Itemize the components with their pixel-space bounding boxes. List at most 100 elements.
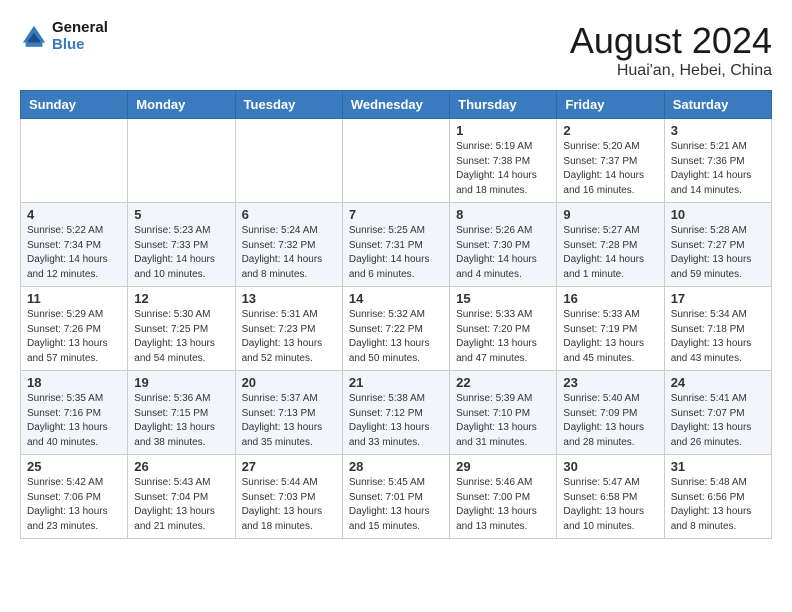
logo: General Blue <box>20 20 108 53</box>
day-info: Sunrise: 5:28 AM Sunset: 7:27 PM Dayligh… <box>671 224 765 282</box>
logo-line2: Blue <box>52 37 108 54</box>
day-info: Sunrise: 5:30 AM Sunset: 7:25 PM Dayligh… <box>134 308 228 366</box>
day-cell-12: 12 Sunrise: 5:30 AM Sunset: 7:25 PM Dayli… <box>128 287 235 371</box>
week-row-3: 11 Sunrise: 5:29 AM Sunset: 7:26 PM Dayli… <box>21 287 772 371</box>
day-cell-14: 14 Sunrise: 5:32 AM Sunset: 7:22 PM Dayli… <box>342 287 449 371</box>
day-info: Sunrise: 5:25 AM Sunset: 7:31 PM Dayligh… <box>349 224 443 282</box>
day-cell-13: 13 Sunrise: 5:31 AM Sunset: 7:23 PM Dayli… <box>235 287 342 371</box>
day-number: 22 <box>456 375 550 390</box>
day-number: 12 <box>134 291 228 306</box>
day-number: 8 <box>456 207 550 222</box>
day-number: 7 <box>349 207 443 222</box>
day-cell-18: 18Sunrise: 5:35 AM Sunset: 7:16 PM Dayli… <box>21 371 128 455</box>
day-info: Sunrise: 5:19 AM Sunset: 7:38 PM Dayligh… <box>456 140 550 198</box>
day-info: Sunrise: 5:42 AM Sunset: 7:06 PM Dayligh… <box>27 476 121 534</box>
day-number: 11 <box>27 291 121 306</box>
day-info: Sunrise: 5:31 AM Sunset: 7:23 PM Dayligh… <box>242 308 336 366</box>
day-header-saturday: Saturday <box>664 91 771 119</box>
day-info: Sunrise: 5:46 AM Sunset: 7:00 PM Dayligh… <box>456 476 550 534</box>
day-number: 15 <box>456 291 550 306</box>
day-info: Sunrise: 5:23 AM Sunset: 7:33 PM Dayligh… <box>134 224 228 282</box>
day-number: 17 <box>671 291 765 306</box>
empty-cell <box>342 119 449 203</box>
day-number: 28 <box>349 459 443 474</box>
day-cell-2: 2 Sunrise: 5:20 AM Sunset: 7:37 PM Daylig… <box>557 119 664 203</box>
calendar-body: 1 Sunrise: 5:19 AM Sunset: 7:38 PM Daylig… <box>21 119 772 539</box>
day-number: 21 <box>349 375 443 390</box>
week-row-2: 4 Sunrise: 5:22 AM Sunset: 7:34 PM Daylig… <box>21 203 772 287</box>
day-info: Sunrise: 5:48 AM Sunset: 6:56 PM Dayligh… <box>671 476 765 534</box>
days-header-row: SundayMondayTuesdayWednesdayThursdayFrid… <box>21 91 772 119</box>
day-number: 20 <box>242 375 336 390</box>
day-info: Sunrise: 5:33 AM Sunset: 7:20 PM Dayligh… <box>456 308 550 366</box>
calendar: SundayMondayTuesdayWednesdayThursdayFrid… <box>20 90 772 539</box>
empty-cell <box>235 119 342 203</box>
day-number: 6 <box>242 207 336 222</box>
month-title: August 2024 <box>570 20 772 62</box>
day-cell-28: 28 Sunrise: 5:45 AM Sunset: 7:01 PM Dayli… <box>342 455 449 539</box>
day-number: 5 <box>134 207 228 222</box>
day-header-sunday: Sunday <box>21 91 128 119</box>
day-info: Sunrise: 5:34 AM Sunset: 7:18 PM Dayligh… <box>671 308 765 366</box>
day-info: Sunrise: 5:37 AM Sunset: 7:13 PM Dayligh… <box>242 392 336 450</box>
day-cell-1: 1 Sunrise: 5:19 AM Sunset: 7:38 PM Daylig… <box>450 119 557 203</box>
day-cell-26: 26Sunrise: 5:43 AM Sunset: 7:04 PM Dayli… <box>128 455 235 539</box>
day-cell-30: 30 Sunrise: 5:47 AM Sunset: 6:58 PM Dayli… <box>557 455 664 539</box>
day-number: 26 <box>134 459 228 474</box>
week-row-1: 1 Sunrise: 5:19 AM Sunset: 7:38 PM Daylig… <box>21 119 772 203</box>
day-cell-16: 16 Sunrise: 5:33 AM Sunset: 7:19 PM Dayli… <box>557 287 664 371</box>
week-row-5: 25 Sunrise: 5:42 AM Sunset: 7:06 PM Dayli… <box>21 455 772 539</box>
day-cell-24: 24 Sunrise: 5:41 AM Sunset: 7:07 PM Dayli… <box>664 371 771 455</box>
day-info: Sunrise: 5:22 AM Sunset: 7:34 PM Dayligh… <box>27 224 121 282</box>
day-cell-21: 21 Sunrise: 5:38 AM Sunset: 7:12 PM Dayli… <box>342 371 449 455</box>
day-info: Sunrise: 5:27 AM Sunset: 7:28 PM Dayligh… <box>563 224 657 282</box>
day-header-wednesday: Wednesday <box>342 91 449 119</box>
day-info: Sunrise: 5:36 AM Sunset: 7:15 PM Dayligh… <box>134 392 228 450</box>
day-info: Sunrise: 5:41 AM Sunset: 7:07 PM Dayligh… <box>671 392 765 450</box>
day-number: 25 <box>27 459 121 474</box>
day-info: Sunrise: 5:39 AM Sunset: 7:10 PM Dayligh… <box>456 392 550 450</box>
week-row-4: 18Sunrise: 5:35 AM Sunset: 7:16 PM Dayli… <box>21 371 772 455</box>
day-info: Sunrise: 5:29 AM Sunset: 7:26 PM Dayligh… <box>27 308 121 366</box>
day-info: Sunrise: 5:20 AM Sunset: 7:37 PM Dayligh… <box>563 140 657 198</box>
day-cell-11: 11 Sunrise: 5:29 AM Sunset: 7:26 PM Dayli… <box>21 287 128 371</box>
day-number: 30 <box>563 459 657 474</box>
day-number: 19 <box>134 375 228 390</box>
day-header-monday: Monday <box>128 91 235 119</box>
day-number: 31 <box>671 459 765 474</box>
day-number: 13 <box>242 291 336 306</box>
day-number: 24 <box>671 375 765 390</box>
day-cell-10: 10 Sunrise: 5:28 AM Sunset: 7:27 PM Dayli… <box>664 203 771 287</box>
day-info: Sunrise: 5:21 AM Sunset: 7:36 PM Dayligh… <box>671 140 765 198</box>
day-cell-19: 19 Sunrise: 5:36 AM Sunset: 7:15 PM Dayli… <box>128 371 235 455</box>
day-header-thursday: Thursday <box>450 91 557 119</box>
title-area: August 2024 Huai'an, Hebei, China <box>570 20 772 80</box>
day-cell-23: 23Sunrise: 5:40 AM Sunset: 7:09 PM Dayli… <box>557 371 664 455</box>
day-info: Sunrise: 5:44 AM Sunset: 7:03 PM Dayligh… <box>242 476 336 534</box>
day-number: 27 <box>242 459 336 474</box>
day-cell-29: 29Sunrise: 5:46 AM Sunset: 7:00 PM Dayli… <box>450 455 557 539</box>
day-info: Sunrise: 5:45 AM Sunset: 7:01 PM Dayligh… <box>349 476 443 534</box>
day-number: 16 <box>563 291 657 306</box>
day-cell-3: 3Sunrise: 5:21 AM Sunset: 7:36 PM Daylig… <box>664 119 771 203</box>
day-info: Sunrise: 5:35 AM Sunset: 7:16 PM Dayligh… <box>27 392 121 450</box>
logo-line1: General <box>52 20 108 37</box>
day-info: Sunrise: 5:38 AM Sunset: 7:12 PM Dayligh… <box>349 392 443 450</box>
day-number: 2 <box>563 123 657 138</box>
day-number: 1 <box>456 123 550 138</box>
day-info: Sunrise: 5:47 AM Sunset: 6:58 PM Dayligh… <box>563 476 657 534</box>
day-header-friday: Friday <box>557 91 664 119</box>
day-info: Sunrise: 5:33 AM Sunset: 7:19 PM Dayligh… <box>563 308 657 366</box>
day-number: 4 <box>27 207 121 222</box>
day-info: Sunrise: 5:32 AM Sunset: 7:22 PM Dayligh… <box>349 308 443 366</box>
day-cell-6: 6Sunrise: 5:24 AM Sunset: 7:32 PM Daylig… <box>235 203 342 287</box>
day-cell-9: 9Sunrise: 5:27 AM Sunset: 7:28 PM Daylig… <box>557 203 664 287</box>
day-info: Sunrise: 5:26 AM Sunset: 7:30 PM Dayligh… <box>456 224 550 282</box>
day-cell-7: 7 Sunrise: 5:25 AM Sunset: 7:31 PM Daylig… <box>342 203 449 287</box>
day-number: 14 <box>349 291 443 306</box>
day-number: 10 <box>671 207 765 222</box>
day-cell-4: 4 Sunrise: 5:22 AM Sunset: 7:34 PM Daylig… <box>21 203 128 287</box>
day-cell-5: 5 Sunrise: 5:23 AM Sunset: 7:33 PM Daylig… <box>128 203 235 287</box>
day-cell-22: 22 Sunrise: 5:39 AM Sunset: 7:10 PM Dayli… <box>450 371 557 455</box>
day-cell-27: 27 Sunrise: 5:44 AM Sunset: 7:03 PM Dayli… <box>235 455 342 539</box>
